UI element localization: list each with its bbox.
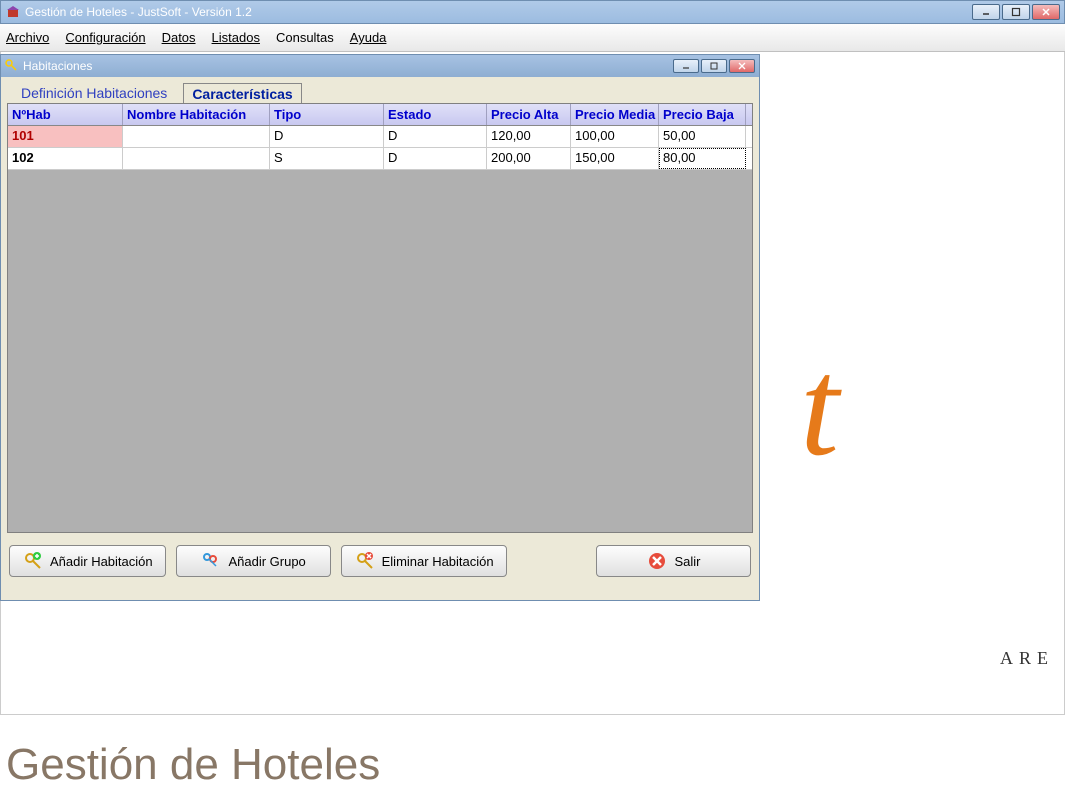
keys-group-icon [200, 550, 222, 572]
menu-listados[interactable]: Listados [212, 30, 260, 45]
app-icon [5, 4, 21, 20]
menu-archivo[interactable]: Archivo [6, 30, 49, 45]
rooms-grid[interactable]: NºHab Nombre Habitación Tipo Estado Prec… [7, 103, 753, 533]
tab-definicion[interactable]: Definición Habitaciones [13, 83, 175, 103]
cell-alta[interactable]: 200,00 [487, 148, 571, 169]
add-room-button[interactable]: Añadir Habitación [9, 545, 166, 577]
cell-media[interactable]: 150,00 [571, 148, 659, 169]
child-window-controls [673, 59, 755, 73]
cell-alta[interactable]: 120,00 [487, 126, 571, 147]
col-precio-baja[interactable]: Precio Baja [659, 104, 746, 125]
menu-configuracion[interactable]: Configuración [65, 30, 145, 45]
child-close-button[interactable] [729, 59, 755, 73]
exit-button[interactable]: Salir [596, 545, 751, 577]
close-circle-icon [646, 550, 668, 572]
child-title: Habitaciones [23, 59, 92, 73]
table-row[interactable]: 101 D D 120,00 100,00 50,00 [8, 126, 752, 148]
cell-baja[interactable]: 80,00 [659, 148, 746, 169]
cell-estado[interactable]: D [384, 148, 487, 169]
child-maximize-button[interactable] [701, 59, 727, 73]
app-titlebar: Gestión de Hoteles - JustSoft - Versión … [0, 0, 1065, 24]
menu-ayuda[interactable]: Ayuda [350, 30, 387, 45]
tabs: Definición Habitaciones Características [1, 77, 759, 103]
cell-nombre[interactable] [123, 126, 270, 147]
col-precio-media[interactable]: Precio Media [571, 104, 659, 125]
brand-letter-icon: t [800, 327, 839, 488]
menu-datos[interactable]: Datos [162, 30, 196, 45]
close-button[interactable] [1032, 4, 1060, 20]
button-label: Salir [674, 554, 700, 569]
key-plus-icon [22, 550, 44, 572]
brand-partial-text: ARE [1000, 648, 1054, 669]
table-row[interactable]: 102 S D 200,00 150,00 80,00 [8, 148, 752, 170]
col-tipo[interactable]: Tipo [270, 104, 384, 125]
cell-nhab[interactable]: 101 [8, 126, 123, 147]
tab-caracteristicas[interactable]: Características [183, 83, 301, 104]
cell-tipo[interactable]: D [270, 126, 384, 147]
cell-nombre[interactable] [123, 148, 270, 169]
delete-room-button[interactable]: Eliminar Habitación [341, 545, 507, 577]
button-label: Eliminar Habitación [382, 554, 494, 569]
button-row: Añadir Habitación Añadir Grupo Eliminar … [1, 533, 759, 589]
cell-nhab[interactable]: 102 [8, 148, 123, 169]
key-icon [5, 59, 19, 73]
cell-baja[interactable]: 50,00 [659, 126, 746, 147]
cell-tipo[interactable]: S [270, 148, 384, 169]
maximize-button[interactable] [1002, 4, 1030, 20]
menu-consultas[interactable]: Consultas [276, 30, 334, 45]
child-titlebar: Habitaciones [1, 55, 759, 77]
col-estado[interactable]: Estado [384, 104, 487, 125]
cell-estado[interactable]: D [384, 126, 487, 147]
main-client-area: t ARE Habitaciones Definición Habi [0, 52, 1065, 715]
minimize-button[interactable] [972, 4, 1000, 20]
col-nhab[interactable]: NºHab [8, 104, 123, 125]
key-delete-icon [354, 550, 376, 572]
grid-header: NºHab Nombre Habitación Tipo Estado Prec… [8, 104, 752, 126]
col-nombre[interactable]: Nombre Habitación [123, 104, 270, 125]
menubar: Archivo Configuración Datos Listados Con… [0, 24, 1065, 52]
window-controls [972, 4, 1060, 20]
button-label: Añadir Grupo [228, 554, 305, 569]
col-precio-alta[interactable]: Precio Alta [487, 104, 571, 125]
button-label: Añadir Habitación [50, 554, 153, 569]
habitaciones-window: Habitaciones Definición Habitaciones Car… [0, 54, 760, 601]
child-minimize-button[interactable] [673, 59, 699, 73]
app-title: Gestión de Hoteles - JustSoft - Versión … [25, 5, 252, 19]
grid-body: 101 D D 120,00 100,00 50,00 102 S D 200,… [8, 126, 752, 170]
footer-title: Gestión de Hoteles [6, 740, 380, 790]
cell-media[interactable]: 100,00 [571, 126, 659, 147]
add-group-button[interactable]: Añadir Grupo [176, 545, 331, 577]
